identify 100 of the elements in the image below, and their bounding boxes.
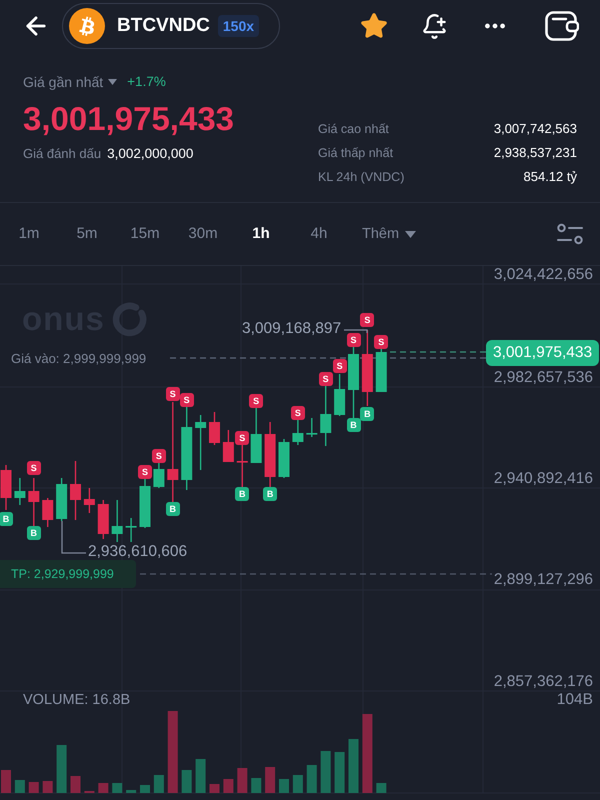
stat-value: 3,007,742,563 (494, 121, 577, 137)
volume-bar (306, 765, 317, 793)
candle (140, 479, 150, 528)
coin-logo-icon (69, 8, 105, 44)
candle (334, 374, 346, 416)
sell-marker: S (26, 461, 41, 475)
candle (0, 465, 12, 510)
candle (222, 430, 234, 462)
buy-marker: B (360, 407, 374, 421)
symbol-name: BTCVNDC (117, 15, 210, 37)
price-axis-label: 2,857,362,176 (494, 673, 593, 691)
buy-marker: B (0, 512, 13, 526)
candle (70, 461, 81, 520)
buy-marker: B (166, 502, 180, 516)
candle (28, 478, 40, 526)
timeframe-tab[interactable]: 4h (290, 224, 348, 244)
stat-label: KL 24h (VNDC) (318, 169, 404, 185)
mark-price-value: 3,002,000,000 (107, 146, 194, 162)
candle (250, 408, 262, 463)
stat-label: Giá thấp nhất (318, 145, 394, 161)
volume-bar (126, 790, 136, 793)
leverage-badge: 150x (218, 15, 260, 37)
candle (292, 420, 304, 445)
favorite-star-icon[interactable] (360, 12, 388, 40)
volume-bar (182, 770, 192, 793)
volume-bar (320, 751, 331, 793)
low-leader-line (61, 521, 86, 554)
volume-bar (42, 781, 53, 793)
volume-bar (112, 783, 122, 793)
stat-value: 2,938,537,231 (494, 145, 577, 161)
sell-marker: S (332, 359, 347, 373)
volume-scale-label: 104B (556, 691, 593, 709)
sell-marker: S (235, 431, 250, 445)
candle (236, 445, 248, 487)
volume-bar (265, 767, 276, 793)
symbol-selector[interactable]: BTCVNDC 150x (62, 3, 280, 49)
timeframe-tab[interactable]: 5m (58, 224, 116, 244)
volume-bar (376, 783, 386, 793)
last-price: 3,001,975,433 (23, 100, 234, 138)
candle (209, 412, 220, 445)
volume-bar (28, 782, 39, 793)
price-axis-label: 2,899,127,296 (494, 571, 593, 589)
candle (278, 439, 290, 478)
volume-bar (154, 775, 164, 793)
timeframe-tab[interactable]: 30m (174, 224, 232, 244)
volume-bar (196, 759, 206, 793)
buy-marker: B (263, 487, 278, 501)
price-axis-label: 2,982,657,536 (494, 369, 593, 387)
timeframe-tab[interactable]: 1h (232, 224, 290, 244)
sell-marker: S (290, 406, 305, 420)
sell-marker: S (249, 394, 264, 408)
candle (42, 498, 54, 527)
volume-bar (348, 739, 358, 793)
candle (14, 478, 26, 505)
stat-value: 854.12 tỷ (524, 169, 577, 185)
candle (348, 347, 359, 418)
candle (306, 418, 318, 437)
buy-marker: B (346, 418, 360, 432)
volume-bar (1, 770, 11, 793)
sell-marker: S (374, 335, 388, 349)
sliders-icon[interactable] (557, 223, 583, 245)
candle (126, 518, 137, 542)
caret-down-icon[interactable] (108, 79, 118, 85)
stat-label: Giá cao nhất (318, 121, 389, 137)
candle (153, 463, 164, 488)
price-axis-label: 3,024,422,656 (494, 266, 593, 284)
candle (376, 348, 387, 392)
sell-marker: S (318, 372, 333, 386)
price-axis-label: 2,940,892,416 (494, 470, 593, 488)
volume-label: VOLUME: 16.8B (23, 691, 130, 709)
sell-marker: S (166, 387, 180, 401)
timeframe-tab[interactable]: 1m (0, 224, 58, 244)
candle (84, 488, 95, 513)
entry-price-label: Giá vào: 2,999,999,999 (11, 350, 146, 368)
current-price-tag: 3,001,975,433 (486, 340, 600, 366)
candle (320, 386, 332, 446)
more-timeframes-button[interactable]: Thêm (362, 224, 416, 244)
sell-marker: S (346, 333, 360, 347)
candle (112, 500, 123, 542)
candle (56, 478, 68, 521)
volume-bar (292, 775, 303, 793)
volume-bar (223, 779, 234, 793)
sell-marker: S (180, 393, 194, 407)
price-change: +1.7% (127, 73, 166, 91)
candle (195, 415, 206, 470)
low-price-label: 2,936,610,606 (88, 543, 188, 561)
timeframe-tab[interactable]: 15m (116, 224, 174, 244)
buy-marker: B (235, 487, 250, 501)
sell-marker: S (138, 465, 152, 479)
take-profit-label: TP: 2,929,999,999 (0, 560, 136, 588)
candle (98, 500, 109, 539)
price-type-label[interactable]: Giá gần nhất (23, 73, 104, 91)
volume-bar (237, 768, 248, 793)
volume-bar (210, 784, 220, 793)
buy-marker: B (26, 526, 41, 540)
bell-plus-icon[interactable] (421, 12, 448, 40)
wallet-icon[interactable] (545, 11, 579, 41)
ring-logo-icon (112, 302, 147, 337)
sell-marker: S (152, 449, 166, 463)
caret-down-icon (405, 230, 416, 238)
